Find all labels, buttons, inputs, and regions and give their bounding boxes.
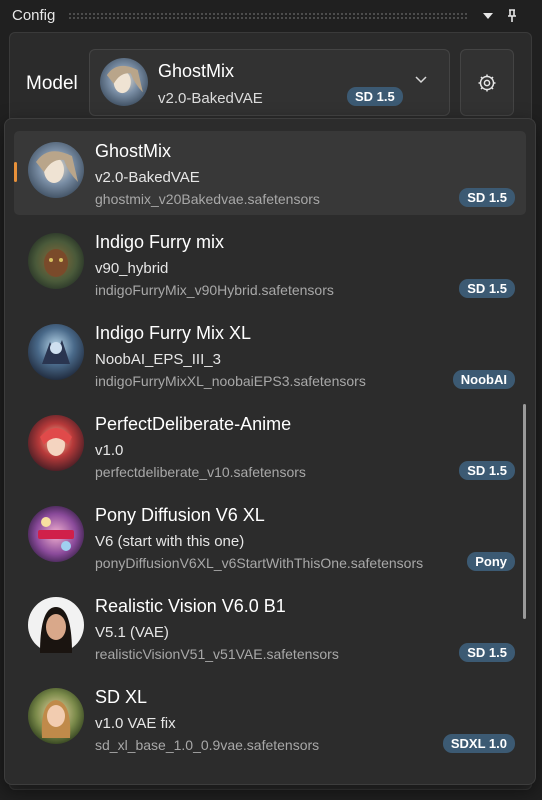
- model-filename: indigoFurryMix_v90Hybrid.safetensors: [95, 282, 334, 298]
- model-filename: realisticVisionV51_v51VAE.safetensors: [95, 646, 339, 662]
- model-filename: ghostmix_v20Bakedvae.safetensors: [95, 191, 320, 207]
- model-version: v90_hybrid: [95, 260, 169, 277]
- model-badge: SD 1.5: [459, 461, 515, 480]
- model-item-perfectdeliberate-anime[interactable]: PerfectDeliberate-Anime v1.0 perfectdeli…: [14, 404, 526, 488]
- model-name: Realistic Vision V6.0 B1: [95, 596, 286, 616]
- dropdown-scrollbar[interactable]: [523, 404, 526, 619]
- panel-menu-button[interactable]: [478, 6, 498, 26]
- gear-icon: [478, 74, 496, 91]
- model-selector[interactable]: GhostMix v2.0-BakedVAE SD 1.5: [89, 49, 450, 116]
- model-thumbnail: [100, 58, 148, 106]
- model-name: SD XL: [95, 687, 148, 707]
- model-filename: sd_xl_base_1.0_0.9vae.safetensors: [95, 737, 320, 753]
- model-filename: perfectdeliberate_v10.safetensors: [95, 464, 306, 480]
- selected-model-version: v2.0-BakedVAE: [158, 90, 263, 107]
- selected-model-badge: SD 1.5: [347, 87, 403, 106]
- panel-titlebar: Config: [0, 0, 542, 32]
- model-version: v2.0-BakedVAE: [95, 169, 200, 186]
- model-thumbnail: [28, 506, 84, 562]
- model-item-realistic-vision-v6[interactable]: Realistic Vision V6.0 B1 V5.1 (VAE) real…: [14, 586, 526, 670]
- model-badge: Pony: [467, 552, 515, 571]
- model-badge: NoobAI: [452, 370, 515, 389]
- model-badge: SD 1.5: [459, 279, 515, 298]
- model-thumbnail: [28, 233, 84, 289]
- model-filename: indigoFurryMixXL_noobaiEPS3.safetensors: [95, 373, 366, 389]
- model-thumbnail: [28, 415, 84, 471]
- model-badge: SD 1.5: [459, 643, 515, 662]
- model-label: Model: [26, 73, 78, 94]
- model-badge: SD 1.5: [459, 188, 515, 207]
- model-item-indigo-furry-mix-xl[interactable]: Indigo Furry Mix XL NoobAI_EPS_III_3 ind…: [14, 313, 526, 397]
- model-thumbnail: [28, 324, 84, 380]
- drag-grip[interactable]: [68, 12, 468, 19]
- model-name: Indigo Furry mix: [95, 232, 225, 252]
- model-item-ghostmix[interactable]: GhostMix v2.0-BakedVAE ghostmix_v20Baked…: [14, 131, 526, 215]
- model-settings-button[interactable]: [460, 49, 514, 116]
- model-thumbnail: [28, 688, 84, 744]
- model-version: v1.0 VAE fix: [95, 715, 176, 732]
- model-name: Pony Diffusion V6 XL: [95, 505, 265, 525]
- model-thumbnail: [28, 142, 84, 198]
- model-version: NoobAI_EPS_III_3: [95, 351, 221, 368]
- model-badge: SDXL 1.0: [442, 734, 515, 753]
- model-version: v1.0: [95, 442, 124, 459]
- model-name: GhostMix: [95, 141, 172, 161]
- model-name: PerfectDeliberate-Anime: [95, 414, 292, 434]
- model-dropdown-list: GhostMix v2.0-BakedVAE ghostmix_v20Baked…: [4, 118, 536, 785]
- pin-icon: [508, 9, 516, 22]
- pin-button[interactable]: [502, 6, 522, 26]
- model-version: V5.1 (VAE): [95, 624, 169, 641]
- selection-indicator: [14, 162, 17, 182]
- triangle-down-icon: [483, 13, 493, 19]
- model-item-indigo-furry-mix[interactable]: Indigo Furry mix v90_hybrid indigoFurryM…: [14, 222, 526, 306]
- model-name: Indigo Furry Mix XL: [95, 323, 252, 343]
- model-item-sd-xl[interactable]: SD XL v1.0 VAE fix sd_xl_base_1.0_0.9vae…: [14, 677, 526, 761]
- chevron-down-icon: [414, 72, 428, 91]
- model-filename: ponyDiffusionV6XL_v6StartWithThisOne.saf…: [95, 555, 424, 571]
- panel-title: Config: [12, 7, 56, 24]
- model-version: V6 (start with this one): [95, 533, 245, 550]
- selected-model-name: GhostMix: [158, 61, 235, 81]
- model-thumbnail: [28, 597, 84, 653]
- model-item-pony-diffusion-v6-xl[interactable]: Pony Diffusion V6 XL V6 (start with this…: [14, 495, 526, 579]
